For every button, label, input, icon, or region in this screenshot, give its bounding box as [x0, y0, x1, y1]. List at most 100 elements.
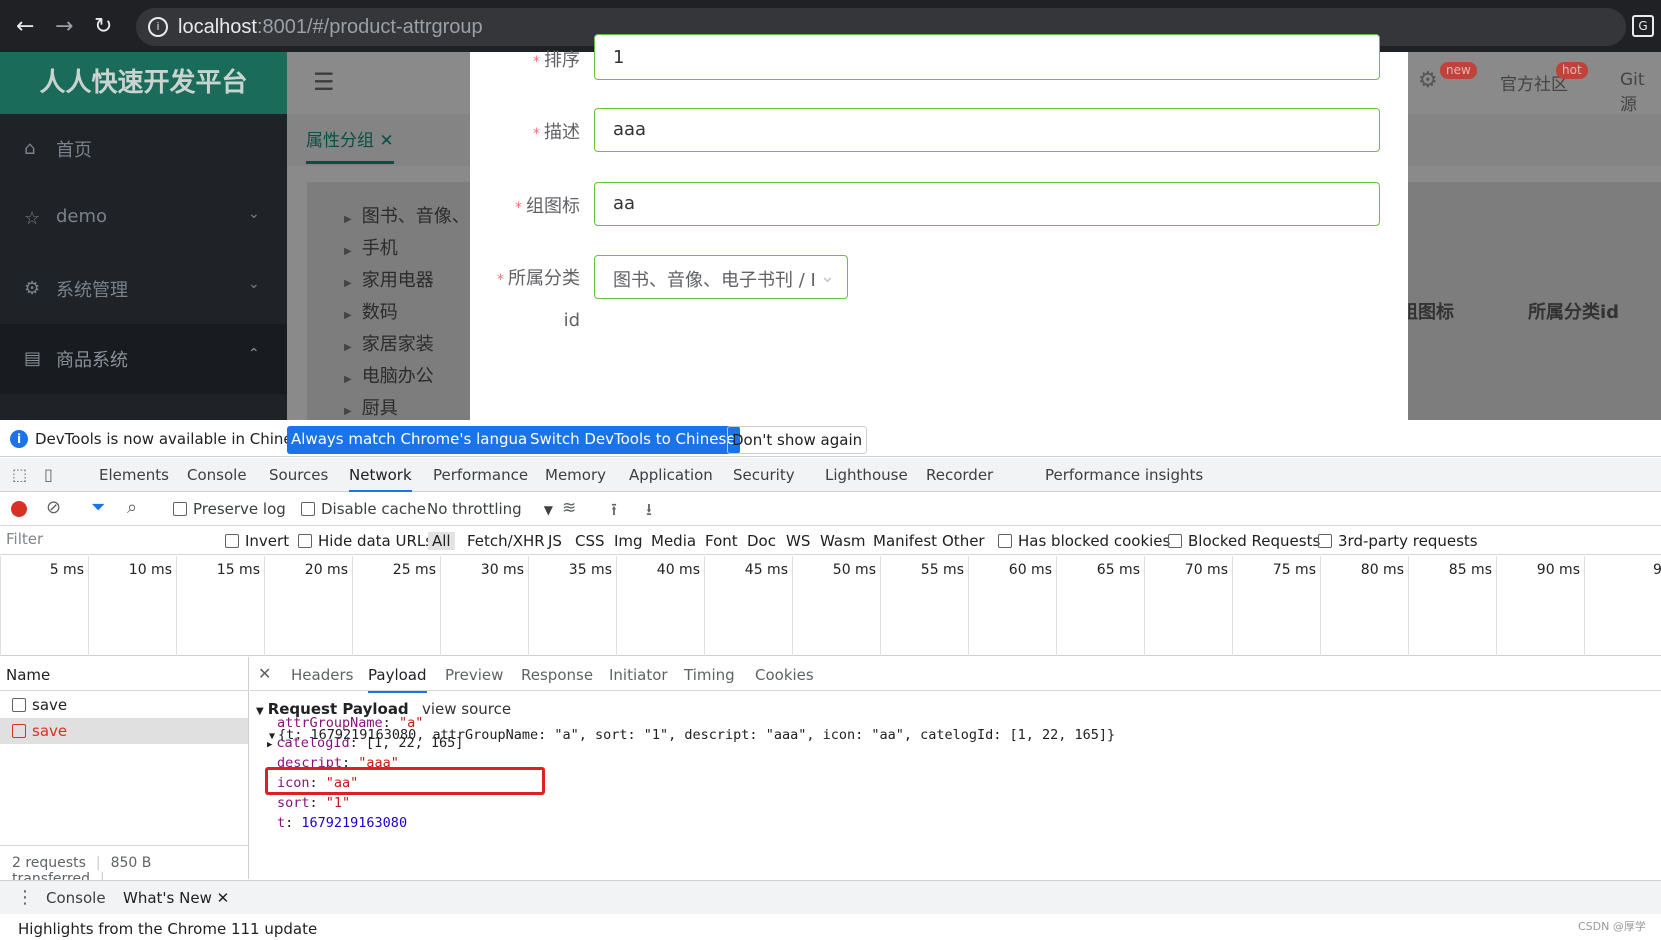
infobar-message: DevTools is now available in Chinese! [35, 430, 316, 448]
back-icon[interactable]: ← [16, 14, 34, 39]
expand-arrow-icon[interactable]: ▶ [267, 740, 272, 750]
gear-icon[interactable]: ⚙ [1418, 68, 1438, 93]
network-timeline[interactable]: 5 ms 10 ms 15 ms 20 ms 25 ms 30 ms 35 ms 40 ms 4… [0, 556, 1661, 656]
type-css[interactable]: CSS [575, 532, 605, 550]
sidebar-item-demo[interactable]: ☆ demo ⌄ [0, 184, 287, 254]
view-source-link[interactable]: view source [422, 700, 511, 718]
hide-data-urls-checkbox[interactable]: Hide data URLs [298, 532, 433, 550]
drawer-tab-whats-new[interactable]: What's New ✕ [123, 889, 229, 907]
tree-item[interactable]: ▶ 图书、音像、 [344, 202, 470, 228]
timeline-tick: 45 ms [704, 556, 792, 656]
tab-headers[interactable]: Headers [291, 666, 353, 684]
tab-recorder[interactable]: Recorder [926, 466, 993, 484]
device-toggle-icon[interactable]: ▯ [44, 465, 53, 484]
filter-input[interactable]: Filter [6, 530, 211, 552]
type-font[interactable]: Font [705, 532, 738, 550]
site-info-icon[interactable]: i [148, 17, 168, 37]
inspect-icon[interactable]: ⬚ [12, 465, 27, 484]
tab-application[interactable]: Application [629, 466, 713, 484]
name-column-header[interactable]: Name [0, 657, 249, 691]
tree-item[interactable]: ▶ 家用电器 [344, 266, 434, 292]
type-manifest[interactable]: Manifest [873, 532, 937, 550]
sidebar-item-home[interactable]: ⌂ 首页 [0, 114, 287, 184]
search-icon[interactable]: ⌕ [127, 497, 137, 518]
disable-cache-checkbox[interactable]: Disable cache [301, 500, 426, 518]
timeline-tick-label: 30 ms [480, 562, 524, 578]
blocked-requests-checkbox[interactable]: Blocked Requests [1168, 532, 1320, 550]
forward-icon[interactable]: → [55, 14, 73, 39]
upload-icon[interactable]: ⭱ [611, 497, 617, 526]
tab-timing[interactable]: Timing [684, 666, 735, 684]
tab-network[interactable]: Network [349, 466, 412, 492]
tab-initiator[interactable]: Initiator [609, 666, 668, 684]
icon-input[interactable]: aa [594, 182, 1380, 226]
tree-item[interactable]: ▶ 电脑办公 [344, 362, 434, 388]
more-icon[interactable]: ⋮ [16, 887, 34, 908]
network-conditions-icon[interactable]: ≋ [562, 498, 576, 518]
payload-row[interactable]: ▶ catelogId: [1, 22, 165] [267, 735, 463, 751]
type-all[interactable]: All [428, 532, 455, 550]
close-icon[interactable]: ✕ [379, 131, 393, 151]
translate-icon[interactable]: G [1632, 15, 1654, 37]
tab-security[interactable]: Security [733, 466, 795, 484]
type-doc[interactable]: Doc [747, 532, 776, 550]
sort-input[interactable]: 1 [594, 34, 1380, 80]
tab-payload[interactable]: Payload [368, 666, 427, 693]
match-language-button[interactable]: Always match Chrome's language [287, 426, 550, 454]
tree-item[interactable]: ▶ 家居家装 [344, 330, 434, 356]
type-js[interactable]: JS [548, 532, 562, 550]
has-blocked-cookies-checkbox[interactable]: Has blocked cookies [998, 532, 1170, 550]
filter-icon[interactable]: ⏷ [91, 497, 105, 518]
type-fetch-xhr[interactable]: Fetch/XHR [467, 532, 545, 550]
close-icon[interactable]: ✕ [258, 664, 271, 683]
sidebar-item-label: 系统管理 [56, 280, 128, 301]
preserve-log-checkbox[interactable]: Preserve log [173, 500, 286, 518]
git-link[interactable]: Git源 [1620, 70, 1661, 115]
tree-item[interactable]: ▶ 厨具 [344, 394, 398, 420]
tab-memory[interactable]: Memory [545, 466, 606, 484]
tab-performance-insights[interactable]: Performance insights [1045, 466, 1203, 484]
tab-lighthouse[interactable]: Lighthouse [825, 466, 908, 484]
tree-item[interactable]: ▶ 数码 [344, 298, 398, 324]
tab-console[interactable]: Console [187, 466, 247, 484]
sidebar: ⌂ 首页 ☆ demo ⌄ ⚙ 系统管理 ⌄ ▤ 商品系统 ⌃ [0, 114, 287, 420]
tab-preview[interactable]: Preview [445, 666, 503, 684]
tab-attrgroup[interactable]: 属性分组 ✕ [306, 126, 394, 164]
chevron-down-icon: ⌄ [248, 206, 260, 222]
menu-toggle-icon[interactable]: ☰ [313, 68, 335, 96]
sidebar-item-system[interactable]: ⚙ 系统管理 ⌄ [0, 254, 287, 324]
sidebar-item-product[interactable]: ▤ 商品系统 ⌃ [0, 324, 287, 394]
payload-row[interactable]: attrGroupName: "a" [277, 715, 423, 731]
timeline-tick: 15 ms [176, 556, 264, 656]
payload-row[interactable]: sort: "1" [277, 795, 350, 811]
category-cascader[interactable]: 图书、音像、电子书刊 / I ⌄ [594, 255, 848, 299]
type-media[interactable]: Media [651, 532, 696, 550]
payload-row[interactable]: t: 1679219163080 [277, 815, 407, 831]
tree-item[interactable]: ▶ 手机 [344, 234, 398, 260]
type-wasm[interactable]: Wasm [820, 532, 866, 550]
request-row[interactable]: save [0, 692, 248, 718]
type-img[interactable]: Img [614, 532, 643, 550]
tab-cookies[interactable]: Cookies [755, 666, 814, 684]
type-other[interactable]: Other [942, 532, 985, 550]
descript-input[interactable]: aaa [594, 108, 1380, 152]
tab-sources[interactable]: Sources [269, 466, 328, 484]
clear-icon[interactable]: ⊘ [46, 497, 61, 518]
dont-show-button[interactable]: Don't show again [727, 426, 868, 454]
tab-elements[interactable]: Elements [99, 466, 169, 484]
drawer-tab-console[interactable]: Console [46, 889, 106, 907]
type-ws[interactable]: WS [786, 532, 810, 550]
close-icon[interactable]: ✕ [217, 889, 230, 907]
timeline-tick: 50 ms [792, 556, 880, 656]
tab-response[interactable]: Response [521, 666, 593, 684]
devtools-infobar: i DevTools is now available in Chinese! … [0, 420, 1661, 457]
tab-performance[interactable]: Performance [433, 466, 528, 484]
record-icon[interactable] [11, 501, 27, 517]
throttling-select[interactable]: No throttling ▼ [427, 500, 553, 518]
reload-icon[interactable]: ↻ [94, 14, 112, 39]
request-row-selected[interactable]: save [0, 718, 248, 744]
switch-chinese-button[interactable]: Switch DevTools to Chinese [526, 426, 740, 454]
invert-checkbox[interactable]: Invert [225, 532, 289, 550]
third-party-checkbox[interactable]: 3rd-party requests [1318, 532, 1478, 550]
download-icon[interactable]: ⭳ [646, 497, 652, 526]
